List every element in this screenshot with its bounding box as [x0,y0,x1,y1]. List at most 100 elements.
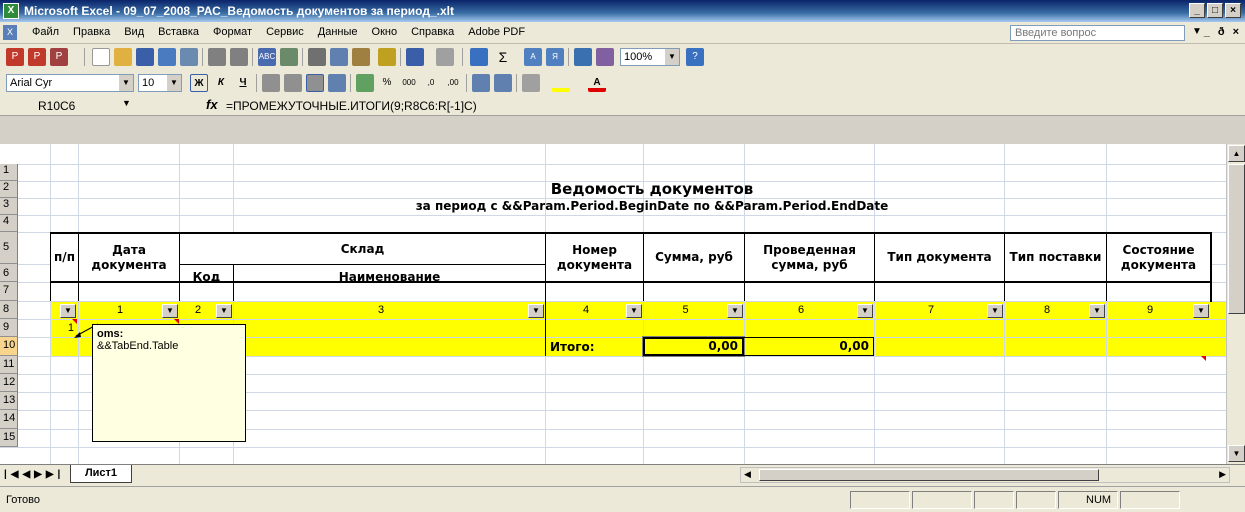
scroll-left-icon[interactable]: ◀ [744,469,751,480]
paste-icon[interactable] [352,48,370,66]
permission-icon[interactable] [158,48,176,66]
format-painter-icon[interactable] [378,48,396,66]
chevron-down-icon[interactable]: ▼ [119,75,133,91]
workbook-icon[interactable]: X [3,25,17,40]
row-header-10[interactable]: 10 [0,337,18,356]
chevron-down-icon[interactable]: ▼ [167,75,181,91]
close-button[interactable]: × [1225,3,1241,18]
h-scroll-thumb[interactable] [759,469,1099,481]
formula-input[interactable]: =ПРОМЕЖУТОЧНЫЕ.ИТОГИ(9;R8C6:R[-1]C) [226,99,477,113]
doc-restore-button[interactable]: ð [1218,26,1225,38]
chart-wizard-icon[interactable] [574,48,592,66]
filter-dropdown-4[interactable]: ▼ [528,304,544,318]
row-header-5[interactable]: 5 [0,232,18,264]
menu-insert[interactable]: Вставка [158,26,199,38]
filter-dropdown-6[interactable]: ▼ [727,304,743,318]
menu-help[interactable]: Справка [411,26,454,38]
sheet-tab[interactable]: Лист1 [70,465,132,483]
decrease-decimal-icon[interactable]: ,00 [444,74,462,92]
doc-minimize-button[interactable]: _ [1204,26,1210,38]
row-header-7[interactable]: 7 [0,282,18,301]
menu-view[interactable]: Вид [124,26,144,38]
row-header-8[interactable]: 8 [0,301,18,319]
percent-icon[interactable]: % [378,74,396,92]
row-header-1[interactable]: 1 [0,164,18,181]
italic-icon[interactable]: К [212,74,230,92]
merge-center-icon[interactable] [328,74,346,92]
open-icon[interactable] [114,48,132,66]
filter-dropdown-3[interactable]: ▼ [216,304,232,318]
scroll-right-icon[interactable]: ▶ [1219,469,1226,480]
row-header-3[interactable]: 3 [0,198,18,215]
new-icon[interactable] [92,48,110,66]
vertical-scrollbar[interactable]: ▲ ▼ [1226,144,1245,464]
minimize-button[interactable]: _ [1189,3,1205,18]
row-header-11[interactable]: 11 [0,356,18,374]
redo-icon[interactable] [436,48,454,66]
sort-ascending-icon[interactable]: A [524,48,542,66]
scroll-down-icon[interactable]: ▼ [1228,445,1245,462]
align-right-icon[interactable] [306,74,324,92]
copy-icon[interactable] [330,48,348,66]
scroll-up-icon[interactable]: ▲ [1228,145,1245,162]
decrease-indent-icon[interactable] [472,74,490,92]
row-header-15[interactable]: 15 [0,429,18,447]
menu-edit[interactable]: Правка [73,26,110,38]
menu-file[interactable]: Файл [32,26,59,38]
research-icon[interactable] [280,48,298,66]
menu-data[interactable]: Данные [318,26,358,38]
bold-icon[interactable]: Ж [190,74,208,92]
fill-color-icon[interactable] [552,74,570,92]
align-left-icon[interactable] [262,74,280,92]
filter-dropdown-5[interactable]: ▼ [626,304,642,318]
save-icon[interactable] [136,48,154,66]
tab-navigation-icons[interactable]: |◀◀▶▶| [4,469,64,480]
cell-r8c1[interactable]: 1 [50,322,74,334]
align-center-icon[interactable] [284,74,302,92]
help-question-input[interactable]: Введите вопрос [1010,25,1185,41]
hyperlink-icon[interactable] [470,48,488,66]
row-header-2[interactable]: 2 [0,181,18,198]
row-header-13[interactable]: 13 [0,392,18,410]
filter-dropdown-9[interactable]: ▼ [1089,304,1105,318]
increase-indent-icon[interactable] [494,74,512,92]
filter-dropdown-7[interactable]: ▼ [857,304,873,318]
font-color-icon[interactable]: A [588,74,606,92]
cut-icon[interactable] [308,48,326,66]
filter-dropdown-2[interactable]: ▼ [162,304,178,318]
doc-close-button[interactable]: × [1233,26,1239,38]
scroll-thumb[interactable] [1228,164,1245,314]
chevron-down-icon[interactable]: ▼ [1192,26,1202,37]
pdf-review-icon[interactable]: P [50,48,68,66]
font-size-select[interactable]: 10 ▼ [138,74,182,92]
menu-format[interactable]: Формат [213,26,252,38]
menu-tools[interactable]: Сервис [266,26,304,38]
drawing-icon[interactable] [596,48,614,66]
help-icon[interactable]: ? [686,48,704,66]
undo-icon[interactable] [406,48,424,66]
function-icon[interactable]: fx [206,97,218,112]
increase-decimal-icon[interactable]: ,0 [422,74,440,92]
font-select[interactable]: Arial Cyr ▼ [6,74,134,92]
name-box[interactable]: R10C6 [38,98,118,114]
menu-window[interactable]: Окно [372,26,398,38]
comma-style-icon[interactable]: 000 [400,74,418,92]
pdf-icon[interactable]: P [6,48,24,66]
currency-icon[interactable] [356,74,374,92]
chevron-down-icon[interactable]: ▼ [122,98,131,108]
row-header-6[interactable]: 6 [0,264,18,282]
cell-comment[interactable]: oms: &&TabEnd.Table [92,324,246,442]
underline-icon[interactable]: Ч [234,74,252,92]
filter-dropdown-8[interactable]: ▼ [987,304,1003,318]
row-header-12[interactable]: 12 [0,374,18,392]
print-preview-icon[interactable] [230,48,248,66]
menu-adobe-pdf[interactable]: Adobe PDF [468,26,525,38]
maximize-button[interactable]: □ [1207,3,1223,18]
chevron-down-icon[interactable]: ▼ [665,49,679,65]
row-header-4[interactable]: 4 [0,215,18,232]
total-sum-cell[interactable]: 0,00 [642,336,745,357]
autosum-icon[interactable]: Σ [494,48,512,66]
zoom-select[interactable]: 100% ▼ [620,48,680,66]
horizontal-scrollbar[interactable]: ◀ ▶ [740,467,1230,483]
borders-icon[interactable] [522,74,540,92]
